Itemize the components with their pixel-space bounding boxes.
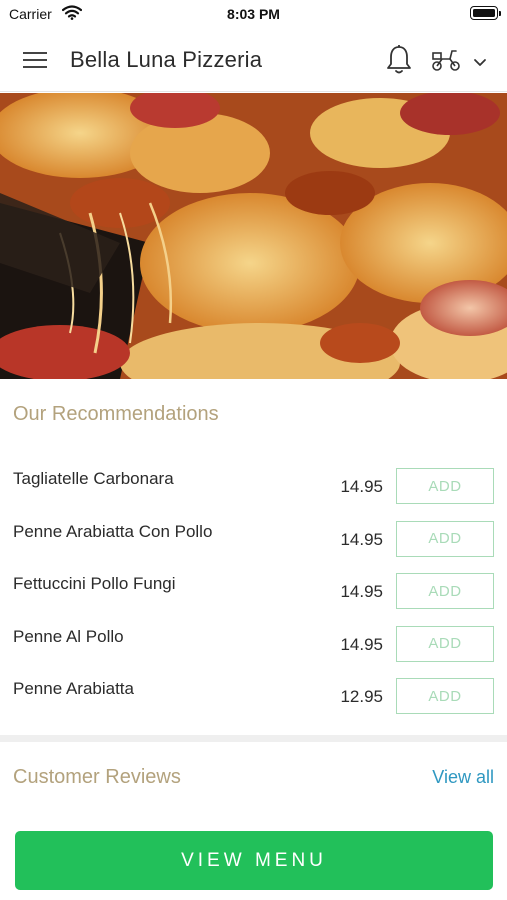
dish-name: Penne Arabiatta [13, 679, 134, 698]
reviews-title: Customer Reviews [13, 766, 181, 788]
dish-price: 14.95 [340, 634, 383, 654]
list-item: Tagliatelle Carbonara 14.95 ADD [0, 460, 507, 513]
dish-name: Penne Al Pollo [13, 626, 124, 646]
bell-icon[interactable] [384, 44, 414, 81]
dish-name: Tagliatelle Carbonara [13, 469, 174, 488]
hamburger-menu-icon[interactable] [20, 47, 50, 73]
recommendations-title: Our Recommendations [13, 403, 219, 425]
add-button[interactable]: ADD [396, 520, 494, 557]
list-item: Penne Arabiatta 12.95 ADD [0, 670, 507, 723]
dish-name: Penne Arabiatta Con Pollo [13, 521, 213, 541]
dish-price: 14.95 [340, 582, 383, 601]
view-all-reviews-link[interactable]: View all [432, 767, 494, 788]
section-divider [0, 735, 507, 742]
dish-price: 14.95 [340, 477, 383, 496]
dish-price: 14.95 [340, 529, 383, 549]
page-title: Bella Luna Pizzeria [70, 47, 263, 72]
add-button[interactable]: ADD [396, 468, 494, 504]
view-menu-button[interactable]: VIEW MENU [15, 831, 493, 890]
recommendations-list: Tagliatelle Carbonara 14.95 ADD Penne Ar… [0, 460, 507, 723]
dish-name: Fettuccini Pollo Fungi [13, 574, 176, 593]
add-button[interactable]: ADD [396, 678, 494, 714]
chevron-down-icon[interactable] [472, 55, 488, 73]
nav-bar: Bella Luna Pizzeria [0, 28, 507, 92]
add-button[interactable]: ADD [396, 573, 494, 609]
clock: 8:03 PM [227, 6, 280, 22]
list-item: Penne Arabiatta Con Pollo 14.95 ADD [0, 513, 507, 566]
add-button[interactable]: ADD [396, 625, 494, 662]
status-bar: Carrier 8:03 PM [0, 0, 507, 28]
battery-icon [470, 6, 501, 20]
scooter-icon[interactable] [430, 47, 462, 78]
list-item: Fettuccini Pollo Fungi 14.95 ADD [0, 565, 507, 618]
dish-price: 12.95 [340, 687, 383, 706]
hero-pizza-image [0, 93, 507, 379]
list-item: Penne Al Pollo 14.95 ADD [0, 618, 507, 671]
